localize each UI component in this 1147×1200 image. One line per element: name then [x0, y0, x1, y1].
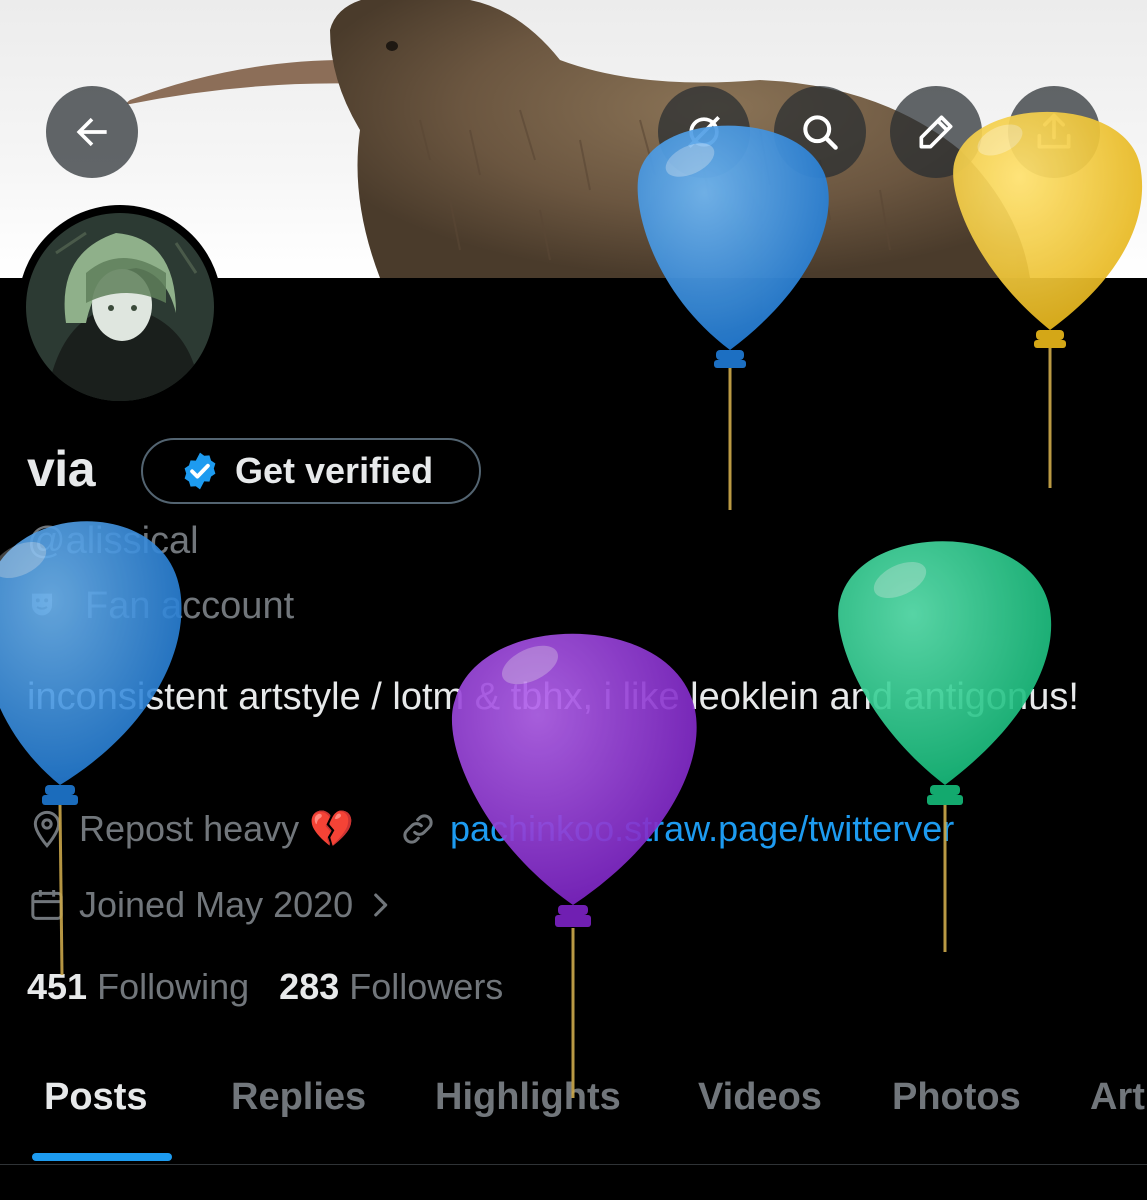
meta-location-website: Repost heavy 💔 pachinkoo.straw.page/twit…	[27, 808, 954, 850]
location-text: Repost heavy 💔	[79, 808, 354, 849]
location-pin-icon	[33, 810, 61, 848]
tab-replies[interactable]: Replies	[231, 1076, 366, 1119]
avatar[interactable]	[18, 205, 222, 409]
calendar-icon	[31, 890, 63, 920]
back-button[interactable]	[46, 86, 138, 178]
share-icon	[1037, 113, 1071, 149]
edit-icon	[919, 115, 953, 149]
category-label: Fan account	[85, 585, 295, 627]
follow-stats: 451 Following 283 Followers	[27, 966, 533, 1008]
verified-badge-icon	[184, 452, 216, 490]
get-verified-button[interactable]: Get verified	[141, 438, 481, 504]
followers-count: 283	[279, 966, 340, 1007]
tab-videos[interactable]: Videos	[698, 1076, 822, 1119]
joined-row[interactable]: Joined May 2020	[27, 884, 409, 926]
share-button[interactable]	[1008, 86, 1100, 178]
joined-date: Joined May 2020	[79, 884, 354, 925]
theater-masks-icon	[32, 593, 52, 615]
profile-tabs: Posts Replies Highlights Videos Photos A…	[0, 1060, 1147, 1165]
link-icon	[403, 814, 433, 844]
following-count: 451	[27, 966, 88, 1007]
search-icon	[803, 115, 838, 150]
balloon-green	[838, 541, 1052, 952]
active-tab-indicator	[32, 1153, 172, 1161]
back-arrow-icon	[76, 117, 107, 147]
search-button[interactable]	[774, 86, 866, 178]
website-link[interactable]: pachinkoo.straw.page/twitterver	[450, 808, 954, 850]
profile-bio: inconsistent artstyle / lotm & tbhx, i l…	[27, 676, 1079, 718]
avatar-image	[26, 213, 214, 401]
profile-handle: @alissical	[27, 520, 199, 562]
following-link[interactable]: 451 Following	[27, 966, 249, 1008]
grok-button[interactable]	[658, 86, 750, 178]
followers-link[interactable]: 283 Followers	[279, 966, 503, 1008]
tab-posts[interactable]: Posts	[44, 1076, 147, 1119]
display-name: via	[27, 441, 96, 497]
followers-label: Followers	[349, 966, 504, 1007]
following-label: Following	[97, 966, 250, 1007]
chevron-right-icon	[374, 893, 388, 917]
tab-photos[interactable]: Photos	[892, 1076, 1021, 1119]
profile-category: Fan account	[27, 585, 294, 628]
grok-icon	[688, 116, 720, 148]
tab-articles[interactable]: Art	[1090, 1076, 1145, 1119]
edit-button[interactable]	[890, 86, 982, 178]
tab-highlights[interactable]: Highlights	[435, 1076, 621, 1119]
get-verified-label: Get verified	[235, 450, 434, 491]
